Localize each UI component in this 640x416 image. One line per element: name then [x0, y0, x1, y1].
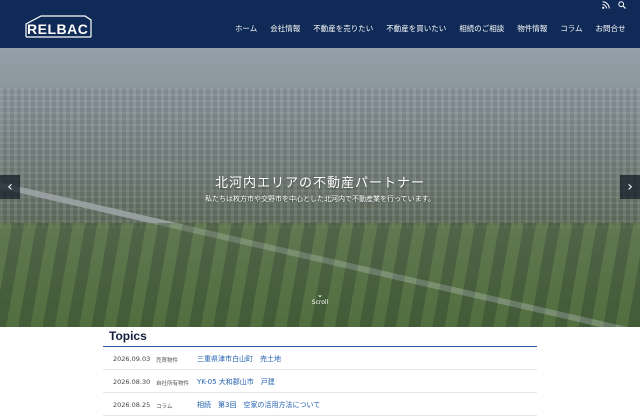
nav-buy[interactable]: 不動産を買いたい	[380, 24, 453, 34]
nav-inheritance[interactable]: 相続のご相談	[453, 24, 511, 34]
topic-link[interactable]: YK-05 大和郡山市 戸建	[197, 377, 275, 387]
main-nav: ホーム 会社情報 不動産を売りたい 不動産を買いたい 相続のご相談 物件情報 コ…	[228, 24, 632, 34]
topic-row: 2026.08.25 コラム 相続 第3回 空家の活用方法について	[103, 393, 537, 416]
site-logo[interactable]: RELBAC	[25, 15, 92, 38]
nav-company[interactable]: 会社情報	[264, 24, 307, 34]
topic-date: 2026.08.25	[113, 401, 151, 409]
site-header: RELBAC ホーム 会社情報 不動産を売りたい 不動産を買いたい 相続のご相談…	[0, 0, 640, 48]
topic-link[interactable]: 相続 第3回 空家の活用方法について	[197, 400, 320, 410]
chevron-down-icon: ⌄	[316, 290, 324, 299]
topics-section: Topics 2026.09.03 売買物件 三重県津市白山町 売土地 2026…	[103, 327, 537, 416]
hero-title: 北河内エリアの不動産パートナー	[214, 176, 425, 191]
nav-contact[interactable]: お問合せ	[589, 24, 632, 34]
chevron-left-icon: ‹	[7, 179, 13, 195]
chevron-right-icon: ›	[627, 179, 633, 195]
nav-sell[interactable]: 不動産を売りたい	[307, 24, 380, 34]
topic-date: 2026.09.03	[113, 355, 151, 363]
nav-column[interactable]: コラム	[554, 24, 589, 34]
topic-category: 売買物件	[156, 358, 179, 364]
logo-text: RELBAC	[27, 21, 89, 37]
search-icon[interactable]	[618, 1, 626, 11]
scroll-label: Scroll	[311, 299, 329, 306]
topic-category: コラム	[156, 404, 173, 410]
topic-date: 2026.08.30	[113, 378, 151, 386]
slider-next-button[interactable]: ›	[620, 175, 640, 199]
nav-properties[interactable]: 物件情報	[511, 24, 554, 34]
scroll-indicator[interactable]: ⌄ Scroll	[300, 290, 340, 307]
hero-subtitle: 私たちは枚方市や交野市を中心とした北河内で不動産業を行っています。	[205, 195, 435, 203]
topic-row: 2026.09.03 売買物件 三重県津市白山町 売土地	[103, 347, 537, 370]
nav-home[interactable]: ホーム	[228, 24, 263, 34]
hero-slider: 北河内エリアの不動産パートナー 私たちは枚方市や交野市を中心とした北河内で不動産…	[0, 48, 640, 327]
rss-icon[interactable]	[602, 1, 610, 11]
topic-row: 2026.08.30 自社所有物件 YK-05 大和郡山市 戸建	[103, 370, 537, 393]
slider-prev-button[interactable]: ‹	[0, 175, 20, 199]
topic-category: 自社所有物件	[156, 381, 190, 387]
topic-link[interactable]: 三重県津市白山町 売土地	[197, 354, 281, 364]
topics-heading: Topics	[103, 327, 537, 347]
